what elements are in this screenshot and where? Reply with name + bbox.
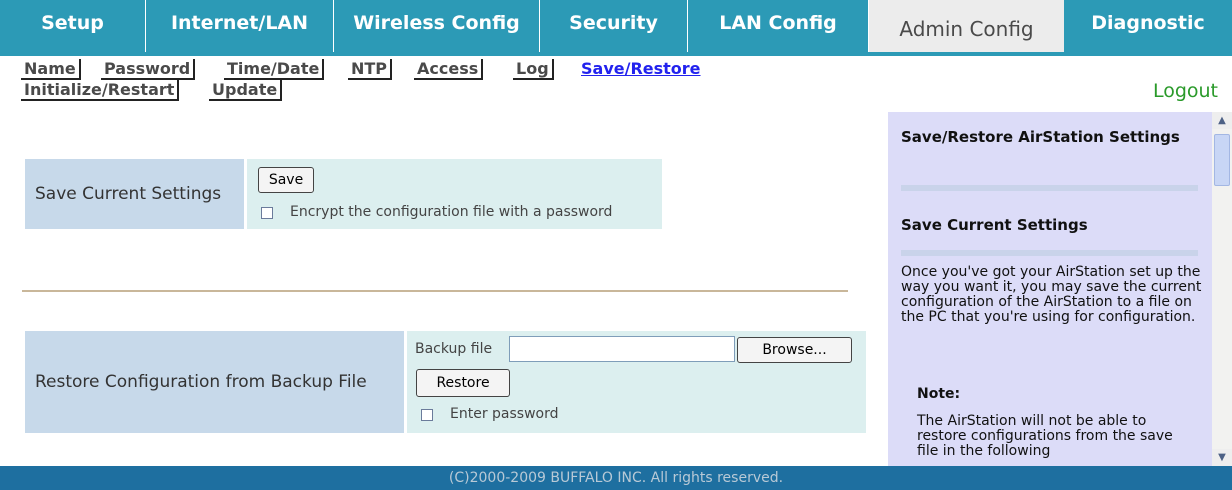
scroll-up-arrow-icon[interactable]: ▲ [1212,112,1232,129]
help-body-text: Once you've got your AirStation set up t… [901,264,1202,325]
tab-security[interactable]: Security [540,0,688,52]
help-separator [901,250,1198,256]
help-title: Save/Restore AirStation Settings [901,128,1180,146]
subnav-name[interactable]: Name [21,59,81,80]
tab-lan-config[interactable]: LAN Config [688,0,869,52]
tab-bar-underline [0,52,1232,56]
subnav-ntp[interactable]: NTP [348,59,393,80]
section-divider [22,290,848,292]
restore-settings-label: Restore Configuration from Backup File [25,331,404,433]
backup-file-label: Backup file [415,341,493,357]
backup-file-input[interactable] [509,336,735,362]
subnav-time-date[interactable]: Time/Date [224,59,325,80]
save-settings-label: Save Current Settings [25,159,244,229]
scrollbar-thumb[interactable] [1214,134,1230,186]
tab-wireless-config[interactable]: Wireless Config [334,0,540,52]
help-scrollbar[interactable]: ▲ ▼ [1212,112,1232,466]
save-button[interactable]: Save [258,167,314,193]
tab-admin-config[interactable]: Admin Config [869,0,1064,52]
logout-link[interactable]: Logout [1153,80,1218,102]
restore-button[interactable]: Restore [416,369,510,397]
help-panel: Save/Restore AirStation Settings Save Cu… [888,112,1212,466]
subnav-log[interactable]: Log [513,59,554,80]
copyright-footer: (C)2000-2009 BUFFALO INC. All rights res… [0,466,1232,490]
subnav-update[interactable]: Update [209,80,283,101]
enter-password-checkbox[interactable] [421,409,433,421]
enter-password-checkbox-label: Enter password [450,406,559,422]
subnav-access[interactable]: Access [414,59,484,80]
tab-diagnostic[interactable]: Diagnostic [1064,0,1232,52]
tab-setup[interactable]: Setup [0,0,146,52]
browse-button[interactable]: Browse... [737,337,852,363]
subnav-password[interactable]: Password [101,59,196,80]
scroll-down-arrow-icon[interactable]: ▼ [1212,449,1232,466]
help-section-title: Save Current Settings [901,216,1088,234]
help-note-title: Note: [917,386,961,402]
encrypt-checkbox-label: Encrypt the configuration file with a pa… [290,204,613,220]
main-tab-bar: Setup Internet/LAN Wireless Config Secur… [0,0,1232,52]
encrypt-checkbox[interactable] [261,207,273,219]
subnav-initialize-restart[interactable]: Initialize/Restart [21,80,180,101]
help-note-text: The AirStation will not be able to resto… [917,413,1173,459]
subnav-save-restore[interactable]: Save/Restore [578,59,704,80]
help-separator [901,185,1198,191]
tab-internet-lan[interactable]: Internet/LAN [146,0,334,52]
restore-settings-controls: Backup file Browse... Restore Enter pass… [407,331,866,433]
save-settings-controls: Save Encrypt the configuration file with… [247,159,662,229]
